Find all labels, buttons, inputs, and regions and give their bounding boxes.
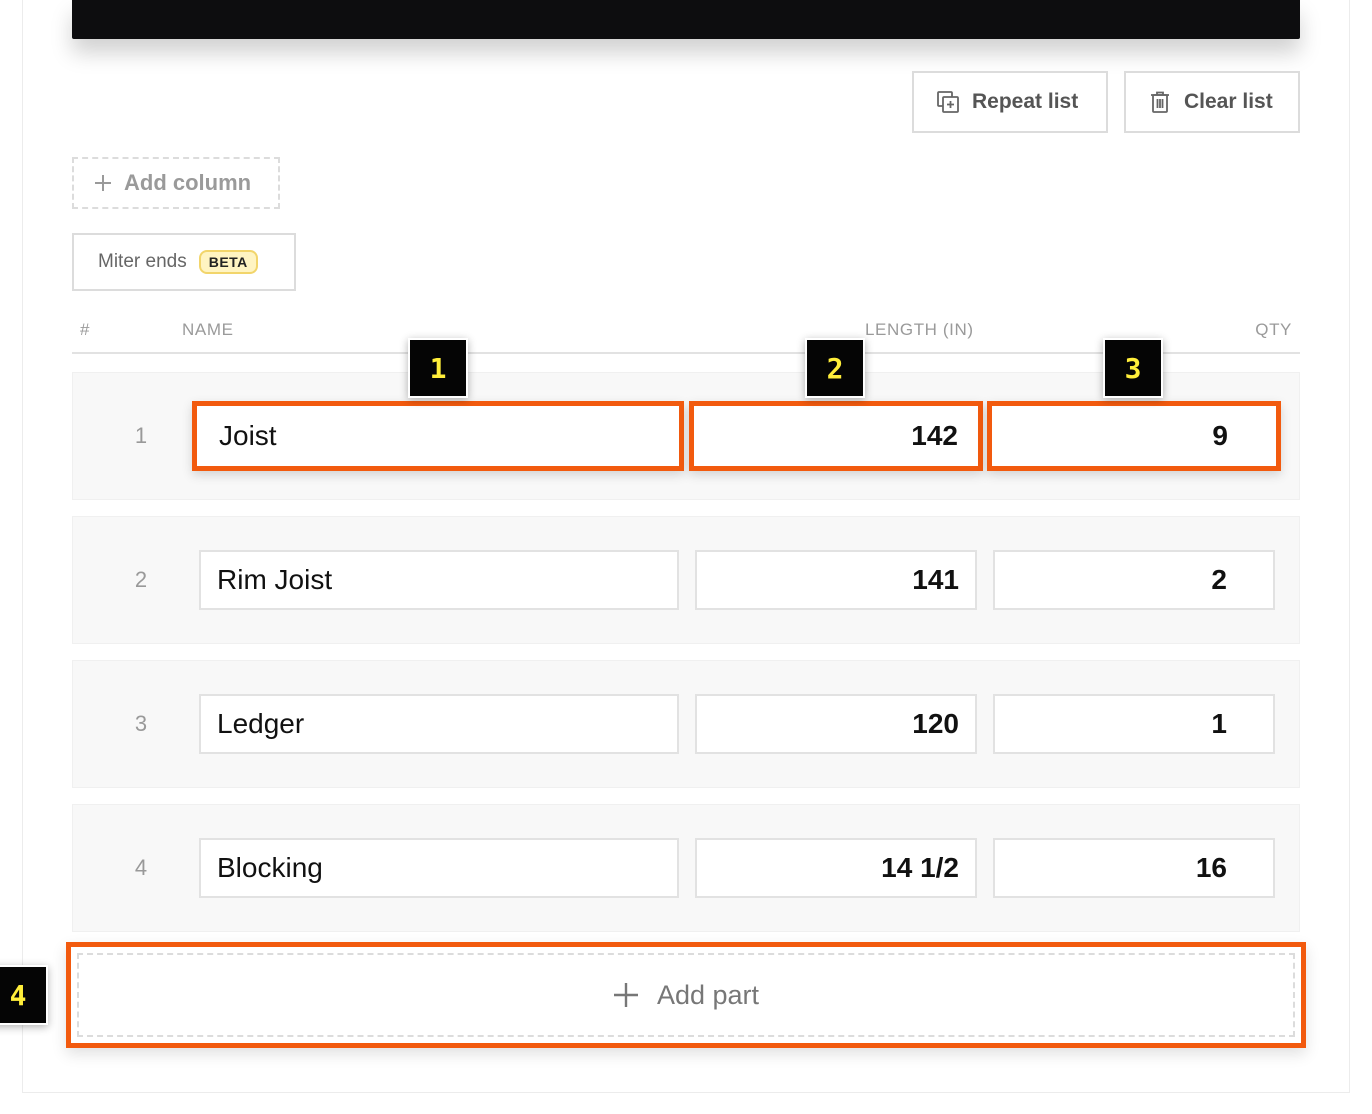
length-input[interactable]: 14 1/2 — [695, 838, 977, 898]
table-row: 2 Rim Joist 141 2 — [72, 516, 1300, 644]
row-number: 2 — [134, 567, 148, 592]
plus-icon — [95, 175, 111, 191]
name-input[interactable]: Blocking — [199, 838, 679, 898]
row-number: 4 — [134, 855, 148, 880]
length-input[interactable]: 141 — [695, 550, 977, 610]
annotation-marker-4: 4 — [0, 965, 48, 1025]
row-number: 3 — [134, 711, 148, 736]
qty-input[interactable]: 16 — [993, 838, 1275, 898]
qty-input[interactable]: 1 — [993, 694, 1275, 754]
name-input[interactable]: Joist — [192, 401, 684, 471]
clear-list-label: Clear list — [1184, 90, 1273, 113]
table-row: 3 Ledger 120 1 — [72, 660, 1300, 788]
length-input[interactable]: 142 — [689, 401, 983, 471]
name-input[interactable]: Ledger — [199, 694, 679, 754]
table-row: 4 Blocking 14 1/2 16 — [72, 804, 1300, 932]
repeat-list-button[interactable]: Repeat list — [912, 71, 1108, 133]
miter-ends-label: Miter ends — [98, 251, 187, 272]
qty-input[interactable]: 9 — [987, 401, 1281, 471]
row-number: 1 — [134, 423, 148, 448]
repeat-list-label: Repeat list — [972, 90, 1079, 113]
annotation-marker-2: 2 — [805, 338, 865, 398]
plus-icon — [613, 983, 638, 1007]
annotation-marker-1: 1 — [408, 338, 468, 398]
add-column-button[interactable]: Add column — [72, 157, 280, 209]
add-column-label: Add column — [124, 170, 252, 195]
name-input[interactable]: Rim Joist — [199, 550, 679, 610]
add-part-inner: Add part — [77, 953, 1295, 1037]
copy-add-icon — [937, 91, 959, 113]
clear-list-button[interactable]: Clear list — [1124, 71, 1300, 133]
add-part-button[interactable]: Add part — [66, 942, 1306, 1048]
header-qty: QTY — [1255, 320, 1292, 339]
qty-input[interactable]: 2 — [993, 550, 1275, 610]
header-num: # — [80, 320, 91, 339]
add-part-label: Add part — [656, 979, 760, 1010]
length-input[interactable]: 120 — [695, 694, 977, 754]
miter-ends-toggle[interactable]: Miter ends BETA — [72, 233, 296, 291]
trash-icon — [1151, 91, 1169, 113]
dark-banner — [72, 0, 1300, 39]
annotation-marker-3: 3 — [1103, 338, 1163, 398]
header-length: LENGTH (IN) — [865, 320, 974, 339]
header-name: NAME — [182, 320, 234, 339]
beta-badge: BETA — [198, 250, 258, 274]
